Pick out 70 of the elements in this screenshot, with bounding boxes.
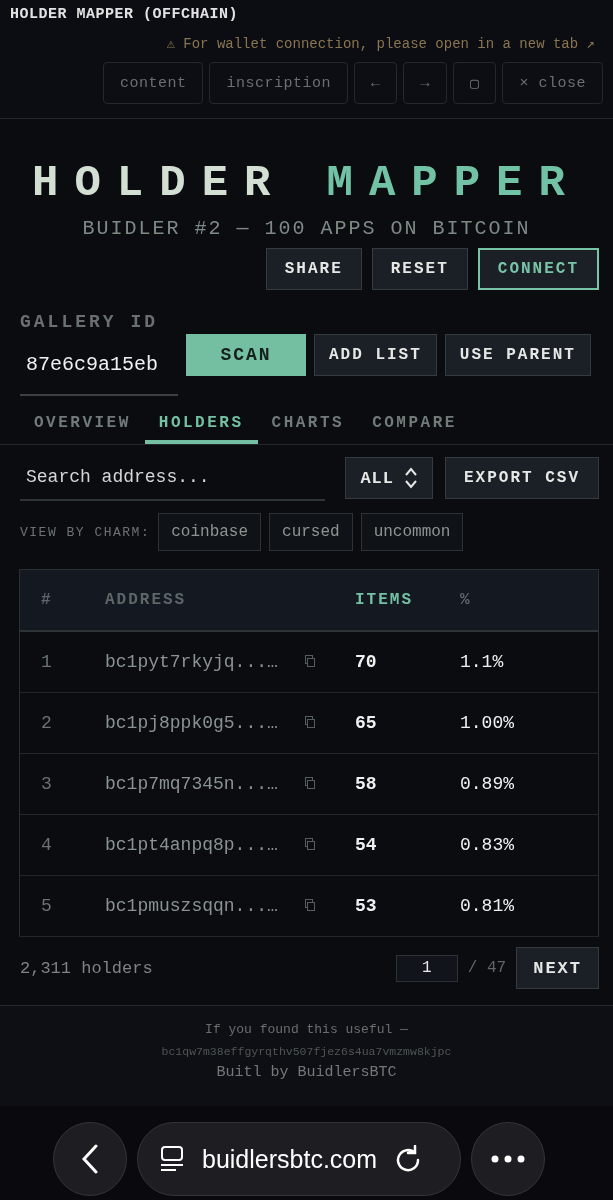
page-total: / 47 [467, 959, 507, 977]
app-subtitle: BUIDLER #2 — 100 APPS ON BITCOIN [81, 217, 532, 240]
url-text: buidlersbtc.com [202, 1144, 378, 1174]
page-icon [160, 1146, 184, 1172]
frame-button[interactable]: → [403, 62, 447, 104]
gallery-button[interactable]: USE PARENT [444, 334, 591, 376]
address-cell: bc1pj8ppk0g5...… [105, 713, 278, 733]
items-cell: 65 [355, 713, 377, 733]
frame-button[interactable]: ▢ [452, 62, 497, 104]
footer-credit: Buitl by BuidlersBTC [215, 1064, 398, 1081]
frame-button[interactable]: ← [353, 62, 398, 104]
gallery-id-field[interactable]: 87e6c9a15eb [20, 334, 178, 396]
rank-cell: 3 [41, 774, 52, 794]
rank-cell: 2 [41, 713, 52, 733]
frame-button[interactable]: × close [502, 62, 603, 104]
chevron-updown-icon [404, 466, 418, 490]
percent-cell: 0.81% [460, 896, 514, 916]
app-title: HOLDER [32, 161, 287, 205]
next-button[interactable]: NEXT [516, 947, 599, 989]
frame-button[interactable]: inscription [209, 62, 348, 104]
column-header[interactable]: ITEMS [355, 591, 413, 609]
items-cell: 53 [355, 896, 377, 916]
charm-filter[interactable]: uncommon [360, 513, 464, 551]
percent-cell: 0.89% [460, 774, 514, 794]
tab[interactable]: COMPARE [358, 404, 471, 444]
address-cell: bc1pt4anpq8p...… [105, 835, 278, 855]
holder-count: 2,311 holders [20, 958, 153, 978]
charm-label: VIEW BY CHARM: [20, 524, 151, 540]
items-cell: 54 [355, 835, 377, 855]
rank-cell: 1 [41, 652, 52, 672]
header-button[interactable]: SHARE [265, 248, 362, 290]
export-button[interactable]: EXPORT CSV [445, 457, 599, 499]
copy-icon[interactable] [305, 777, 315, 789]
copy-icon[interactable] [305, 716, 315, 728]
address-cell: bc1pmuszsqqn...… [105, 896, 278, 916]
charm-filter[interactable]: coinbase [158, 513, 262, 551]
chevron-left-icon [82, 1144, 98, 1174]
items-cell: 70 [355, 652, 377, 672]
copy-icon[interactable] [305, 655, 315, 667]
frame-button[interactable]: content [102, 62, 204, 104]
copy-icon[interactable] [305, 838, 315, 850]
address-cell: bc1p7mq7345n...… [105, 774, 278, 794]
reload-icon[interactable] [395, 1145, 422, 1173]
tab[interactable]: HOLDERS [144, 404, 258, 444]
gallery-button[interactable]: SCAN [186, 334, 306, 376]
rank-cell: 5 [41, 896, 52, 916]
gallery-id-label: GALLERY ID [20, 312, 160, 332]
header-button[interactable]: CONNECT [477, 248, 599, 290]
address-cell: bc1pyt7rkyjq...… [105, 652, 278, 672]
filter-select[interactable]: ALL [345, 457, 433, 499]
tab[interactable]: CHARTS [257, 404, 359, 444]
copy-icon[interactable] [305, 899, 315, 911]
page-field[interactable]: 1 [395, 954, 458, 982]
percent-cell: 1.1% [460, 652, 504, 672]
donation-address: bc1qw7m38effgyrqthv507fjez6s4ua7vmzmw8kjpc [160, 1045, 453, 1058]
wallet-notice: ⚠ For wallet connection, please open in a new tab ↗ [166, 36, 595, 52]
gallery-button[interactable]: ADD LIST [314, 334, 437, 376]
search-field[interactable]: Search address... [20, 455, 325, 501]
percent-cell: 0.83% [460, 835, 514, 855]
tab[interactable]: OVERVIEW [20, 404, 145, 444]
frame-title: HOLDER MAPPER (OFFCHAIN) [10, 6, 240, 23]
percent-cell: 1.00% [460, 713, 514, 733]
header-button[interactable]: RESET [371, 248, 468, 290]
items-cell: 58 [355, 774, 377, 794]
app-title: MAPPER [326, 161, 581, 205]
charm-filter[interactable]: cursed [269, 513, 353, 551]
footer-text: If you found this useful — [204, 1022, 409, 1037]
more-icon [491, 1155, 525, 1163]
address-bar[interactable]: buidlersbtc.com [137, 1122, 461, 1196]
rank-cell: 4 [41, 835, 52, 855]
